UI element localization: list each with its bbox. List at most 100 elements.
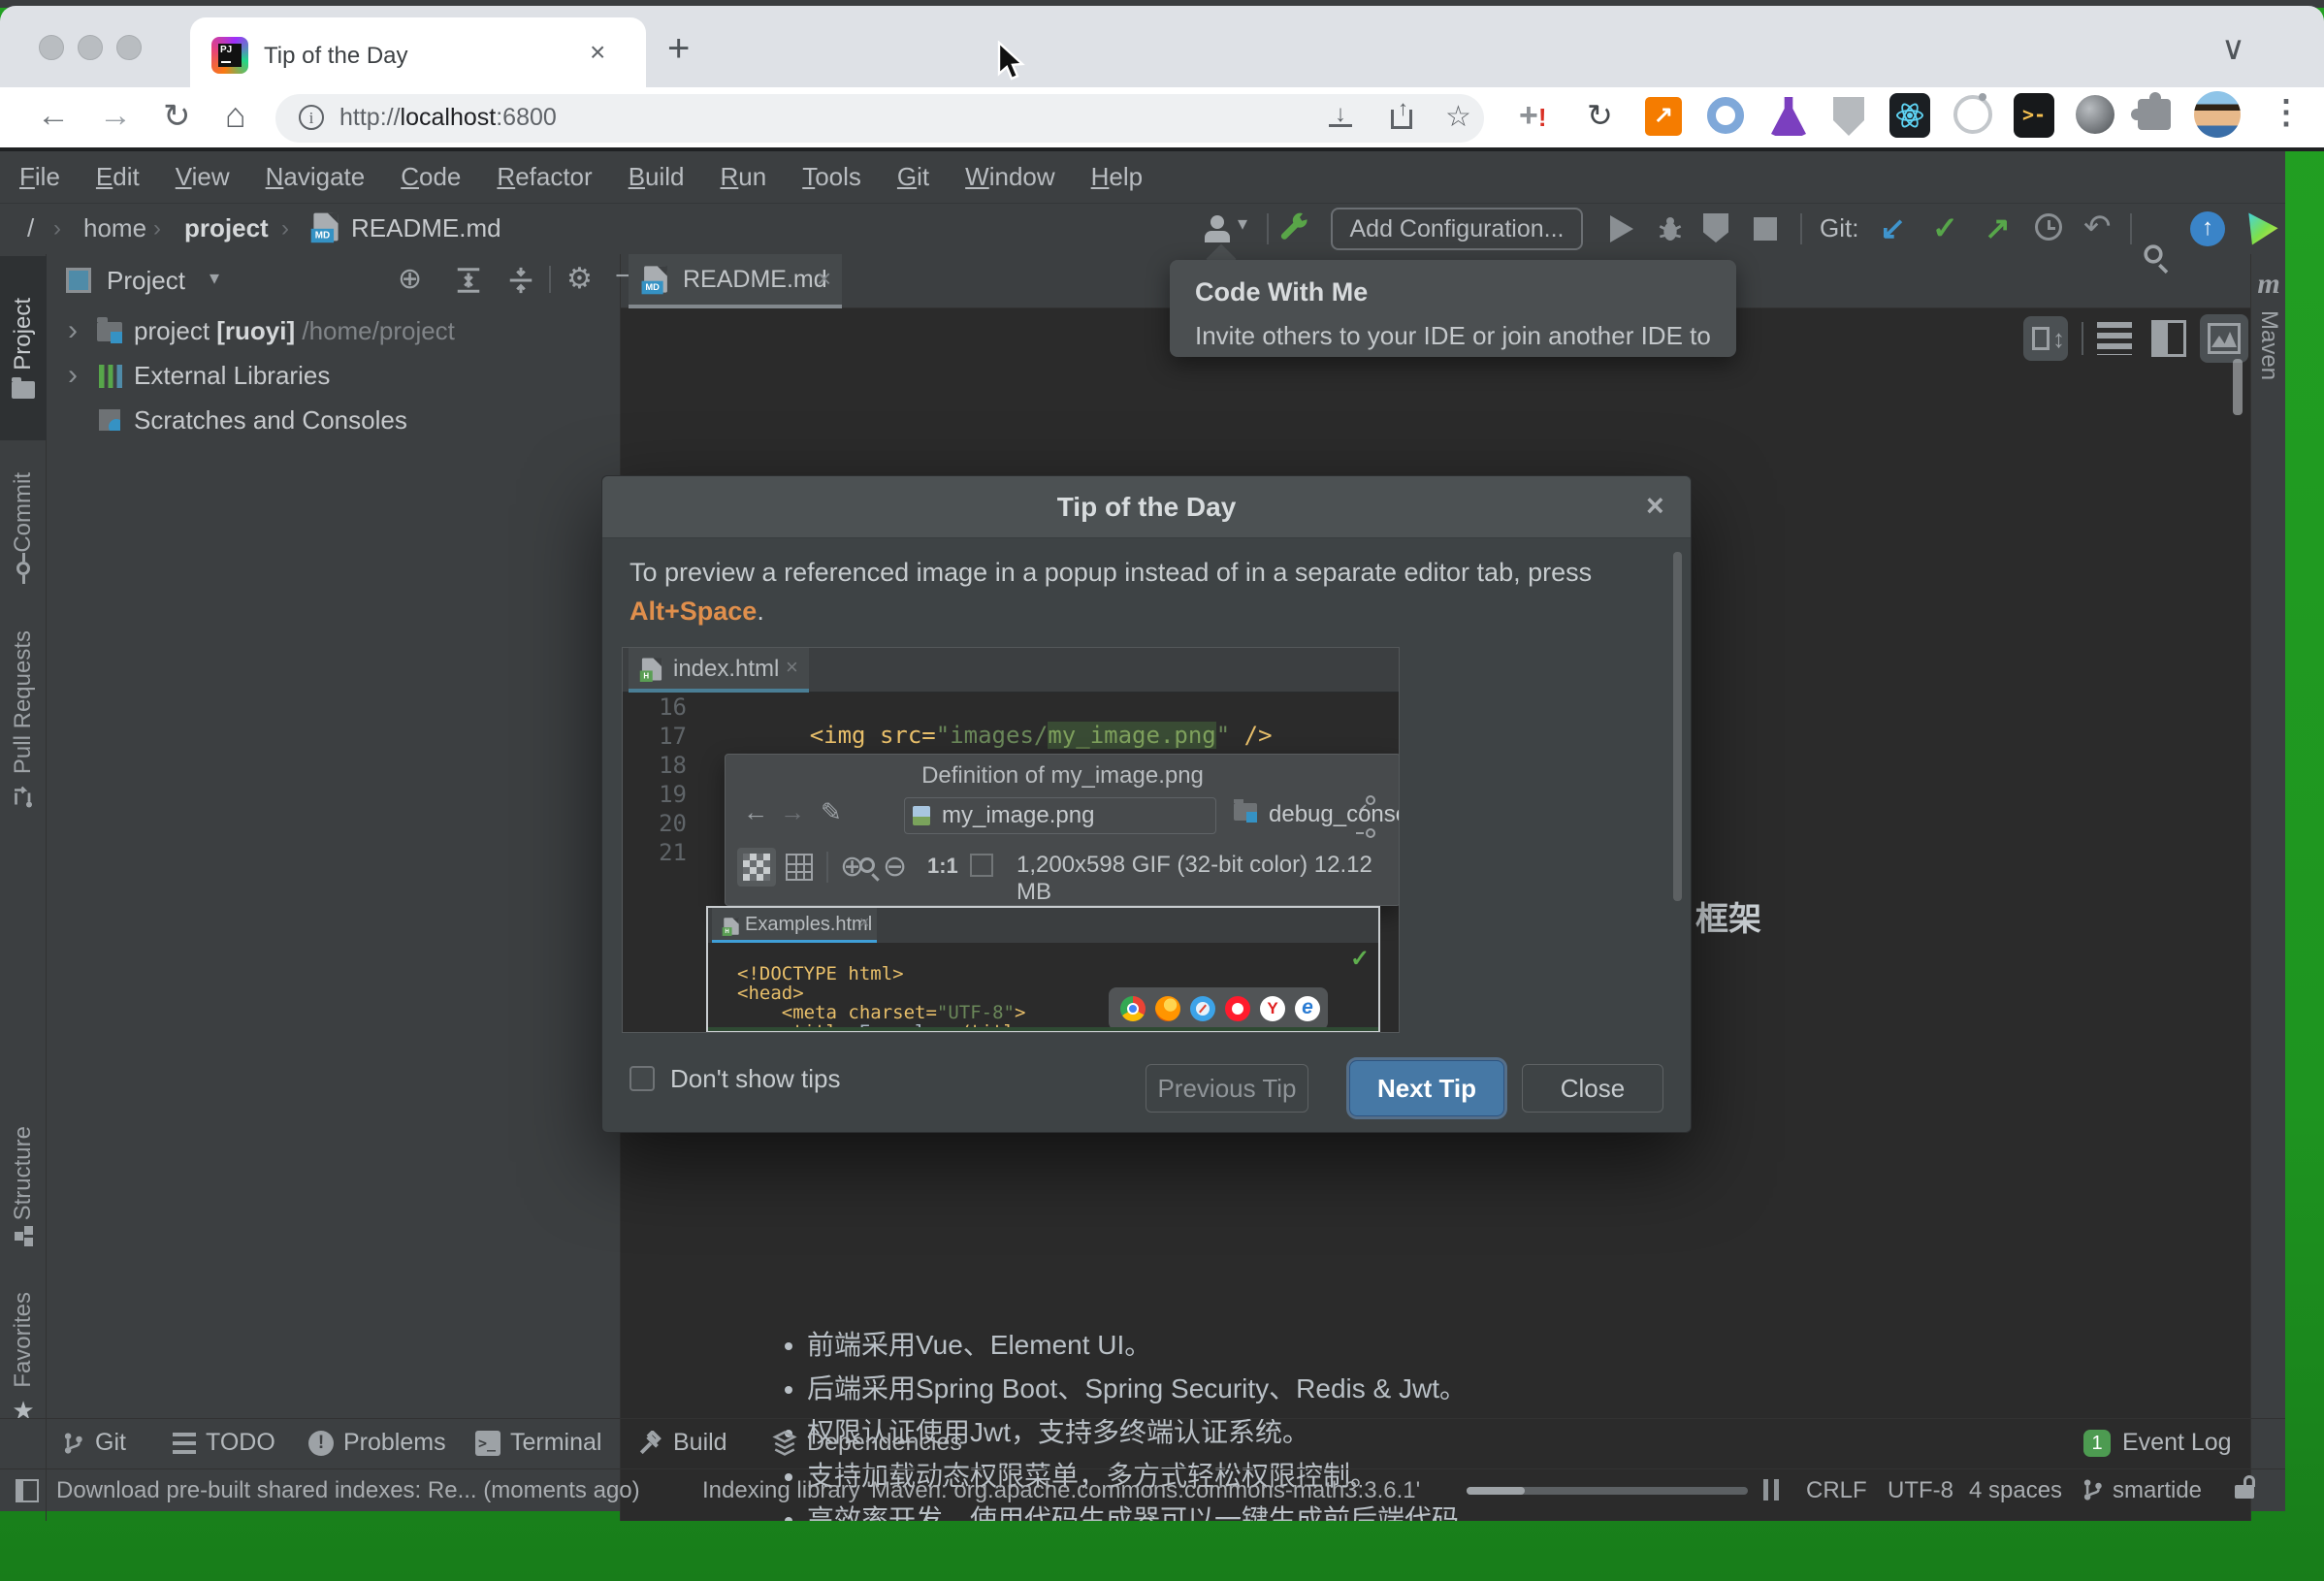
code-with-me-caret-icon[interactable]: ▾: [1238, 211, 1247, 236]
bookmark-star-icon[interactable]: ☆: [1445, 100, 1471, 134]
git-branch-name[interactable]: smartide: [2113, 1477, 2202, 1504]
add-configuration-button[interactable]: Add Configuration...: [1331, 208, 1583, 250]
close-button[interactable]: Close: [1522, 1064, 1663, 1113]
site-info-icon[interactable]: i: [299, 105, 324, 130]
stripe-tab-pull-requests[interactable]: Pull Requests: [0, 613, 47, 826]
stripe-tab-favorites[interactable]: Favorites ★: [0, 1276, 47, 1441]
git-commit-check-icon[interactable]: ✓: [1932, 210, 1958, 246]
project-panel-title[interactable]: Project: [107, 266, 185, 296]
line-ending-indicator[interactable]: CRLF: [1806, 1477, 1867, 1504]
locate-file-icon[interactable]: ⊕: [398, 262, 422, 296]
pause-indexing-icon[interactable]: [1763, 1479, 1779, 1500]
project-panel-caret-icon[interactable]: ▾: [210, 266, 219, 290]
stripe-tab-maven[interactable]: m Maven: [2251, 268, 2286, 462]
md-autoscroll-button[interactable]: ↕: [2023, 316, 2068, 361]
toolwindow-terminal[interactable]: >_ Terminal: [475, 1429, 601, 1457]
toolwindow-todo[interactable]: TODO: [173, 1429, 275, 1457]
tree-expand-chevron-icon[interactable]: ›: [68, 361, 78, 390]
extension-flask-icon[interactable]: [1771, 97, 1806, 136]
breadcrumb-project[interactable]: project: [184, 213, 269, 243]
history-clock-icon[interactable]: [2035, 213, 2062, 241]
toolwindow-git[interactable]: Git: [60, 1429, 126, 1457]
home-icon[interactable]: ⌂: [225, 95, 246, 136]
toolwindow-dependencies[interactable]: Dependencies: [772, 1429, 962, 1457]
menu-window[interactable]: Window: [965, 162, 1054, 192]
editor-tab-close-icon[interactable]: ×: [817, 264, 831, 294]
breadcrumb-home[interactable]: home: [83, 213, 146, 243]
menu-git[interactable]: Git: [897, 162, 929, 192]
menu-file[interactable]: File: [19, 162, 60, 192]
extension-sync-icon[interactable]: ↻: [1587, 97, 1613, 134]
back-icon[interactable]: ←: [37, 97, 70, 135]
extension-health-icon[interactable]: +!: [1519, 97, 1547, 135]
rollback-icon[interactable]: ↶: [2083, 208, 2112, 246]
git-update-icon[interactable]: ↙: [1880, 210, 1906, 246]
stripe-tab-structure[interactable]: Structure: [0, 1096, 47, 1271]
extension-chart-icon[interactable]: ↗: [1645, 97, 1682, 136]
status-message[interactable]: Download pre-built shared indexes: Re...…: [56, 1477, 640, 1504]
dont-show-label[interactable]: Don't show tips: [670, 1064, 841, 1094]
stop-icon[interactable]: [1754, 217, 1777, 241]
url-text[interactable]: http://localhost:6800: [339, 104, 557, 132]
breadcrumb-file[interactable]: README.md: [351, 213, 501, 243]
menu-view[interactable]: View: [176, 162, 230, 192]
extensions-puzzle-icon[interactable]: [2138, 99, 2171, 130]
encoding-indicator[interactable]: UTF-8: [1888, 1477, 1953, 1504]
tab-close-icon[interactable]: ×: [590, 37, 605, 68]
extension-globe-icon[interactable]: [2076, 95, 2114, 134]
menu-refactor[interactable]: Refactor: [497, 162, 592, 192]
project-tree-row-scratches[interactable]: Scratches and Consoles: [47, 402, 621, 446]
md-preview-only-button[interactable]: [2200, 314, 2248, 363]
browser-menu-kebab-icon[interactable]: ⋮: [2270, 93, 2303, 132]
code-with-me-user-icon[interactable]: [1203, 215, 1232, 244]
menu-tools[interactable]: Tools: [802, 162, 861, 192]
extension-lens-icon[interactable]: [1707, 97, 1744, 134]
extension-react-icon[interactable]: [1889, 93, 1930, 138]
menu-help[interactable]: Help: [1091, 162, 1143, 192]
project-tree-row-root[interactable]: › project [ruoyi] /home/project: [47, 312, 621, 357]
unlock-icon[interactable]: [2235, 1485, 2254, 1499]
next-tip-button[interactable]: Next Tip: [1349, 1060, 1504, 1116]
address-bar[interactable]: i http://localhost:6800 ↓ ↑ ☆: [275, 94, 1484, 143]
profile-avatar[interactable]: [2194, 91, 2241, 138]
editor-scrollbar-thumb[interactable]: [2233, 359, 2243, 415]
expand-all-icon[interactable]: [454, 266, 483, 295]
new-tab-icon[interactable]: +: [667, 27, 690, 71]
extension-terminal-icon[interactable]: >-: [2014, 93, 2054, 138]
collapse-all-icon[interactable]: [506, 266, 535, 295]
md-editor-only-button[interactable]: [2097, 322, 2132, 355]
settings-gear-icon[interactable]: ⚙: [566, 262, 593, 296]
menu-build[interactable]: Build: [629, 162, 685, 192]
menu-code[interactable]: Code: [401, 162, 461, 192]
debug-bug-icon[interactable]: [1655, 213, 1686, 244]
projector-settings-icon[interactable]: [1276, 211, 1311, 246]
window-layout-icon[interactable]: [16, 1479, 39, 1502]
update-available-icon[interactable]: ↑: [2190, 211, 2225, 246]
extension-orbit-icon[interactable]: [1953, 95, 1992, 134]
dont-show-checkbox[interactable]: [629, 1066, 655, 1091]
ide-updates-icon[interactable]: [2244, 211, 2279, 246]
tree-expand-chevron-icon[interactable]: ›: [68, 316, 78, 345]
toolwindow-build[interactable]: Build: [638, 1429, 727, 1457]
menu-navigate[interactable]: Navigate: [266, 162, 366, 192]
menu-run[interactable]: Run: [721, 162, 767, 192]
stripe-tab-commit[interactable]: Commit: [0, 456, 47, 592]
reload-icon[interactable]: ↻: [163, 97, 191, 136]
project-tree-row-libraries[interactable]: › External Libraries: [47, 357, 621, 402]
run-icon[interactable]: [1610, 215, 1633, 242]
menu-edit[interactable]: Edit: [96, 162, 140, 192]
extension-shield-icon[interactable]: [1833, 97, 1864, 136]
dialog-close-icon[interactable]: ×: [1646, 488, 1664, 524]
browser-tab[interactable]: PJ Tip of the Day ×: [190, 17, 646, 93]
toolwindow-problems[interactable]: ! Problems: [308, 1429, 446, 1457]
editor-tab-readme[interactable]: MD README.md ×: [629, 254, 842, 308]
install-app-icon[interactable]: ↓: [1329, 104, 1352, 127]
git-push-icon[interactable]: ↗: [1985, 210, 2011, 246]
dialog-scrollbar-thumb[interactable]: [1673, 552, 1682, 901]
breadcrumb-root[interactable]: /: [27, 213, 34, 243]
traffic-light-minimize[interactable]: [78, 35, 103, 60]
traffic-light-close[interactable]: [39, 35, 64, 60]
indent-indicator[interactable]: 4 spaces: [1969, 1477, 2062, 1504]
traffic-light-zoom[interactable]: [116, 35, 142, 60]
event-log[interactable]: 1 Event Log: [2083, 1429, 2232, 1457]
